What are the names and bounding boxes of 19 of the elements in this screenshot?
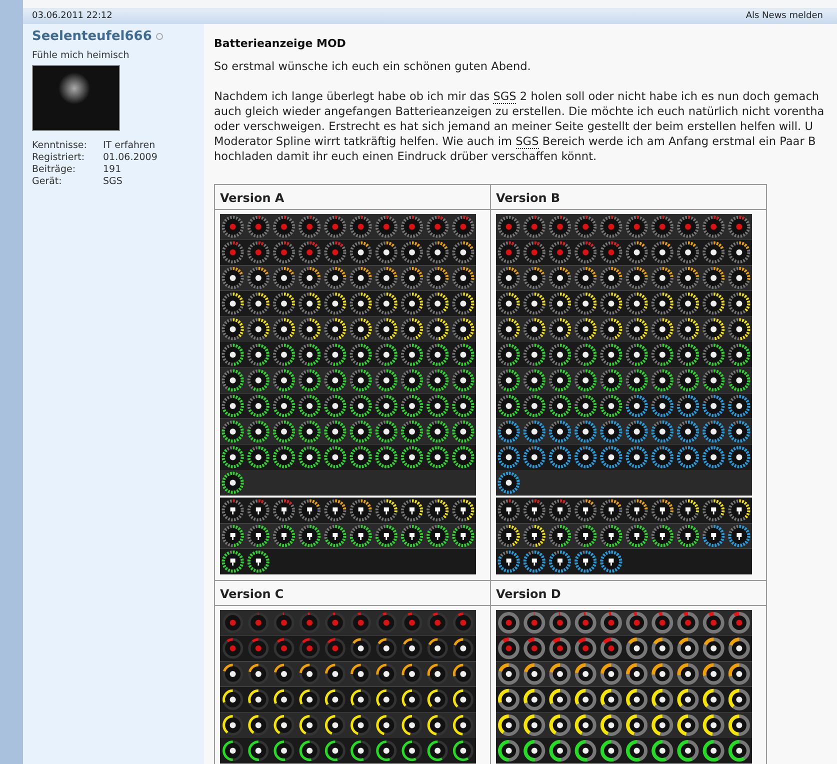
version-title: Version C bbox=[220, 587, 284, 602]
detail-label: Beiträge: bbox=[32, 164, 77, 176]
version-title: Version A bbox=[220, 191, 284, 206]
version-title: Version D bbox=[496, 587, 561, 602]
detail-value: 191 bbox=[103, 164, 122, 176]
post-date: 03.06.2011 22:12 bbox=[32, 11, 112, 22]
post-title: Batterieanzeige MOD bbox=[214, 37, 347, 50]
report-link[interactable]: Als News melden bbox=[746, 11, 823, 22]
detail-value: IT erfahren bbox=[103, 140, 156, 152]
detail-value: 01.06.2009 bbox=[103, 152, 158, 164]
version-title: Version B bbox=[496, 191, 560, 206]
detail-label: Registriert: bbox=[32, 152, 86, 164]
detail-value: SGS bbox=[103, 176, 124, 188]
detail-label: Kenntnisse: bbox=[32, 140, 88, 152]
post-text: Nachdem ich lange überlegt habe ob ich mir das SGS 2 holen soll oder nicht habe ich es nun doch gemach auch gleich wieder angefangen Batterieanzeigen zu erstellen. Die möchte ich euch natürlich nicht vorentha oder verschweigen. Erstrecht es hat sich jemand an meiner Seite gestellt der beim erstellen helfen will. U Moderator Spline wirrt tatkräftig helfen. Wie auch im SGS Bereich werde ich am Anfang erstmal ein Paar B hochladen damit ihr euch einen Eindruck drüber verschaffen könnt. bbox=[214, 89, 826, 164]
user-rank: Fühle mich heimisch bbox=[32, 50, 130, 62]
username-link[interactable]: Seelenteufel666 bbox=[32, 29, 152, 44]
post-text: So erstmal wünsche ich euch ein schönen guten Abend. bbox=[214, 59, 532, 74]
detail-label: Gerät: bbox=[32, 176, 63, 188]
